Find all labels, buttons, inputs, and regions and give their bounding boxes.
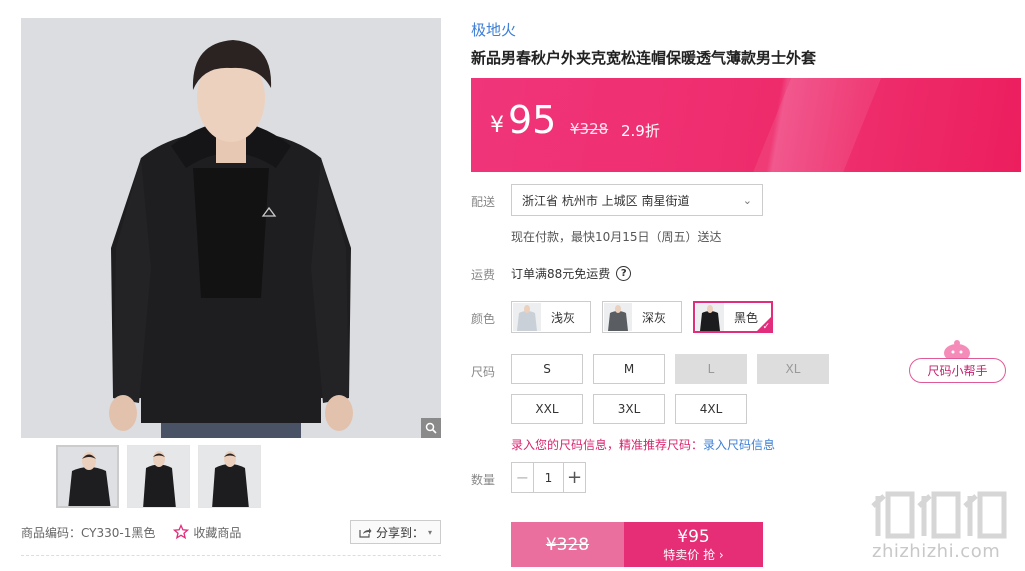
banner-stripe [742, 78, 890, 172]
original-price: ¥328 [570, 120, 609, 138]
quantity-minus-button[interactable]: − [512, 463, 534, 492]
size-option-m[interactable]: M [593, 354, 665, 384]
gallery-meta-row: 商品编码：CY330-1黑色 收藏商品 分享到： ▾ [21, 518, 441, 546]
product-code: 商品编码：CY330-1黑色 [21, 525, 156, 540]
color-swatch-image [513, 303, 541, 331]
thumbnail-strip [56, 445, 261, 508]
shipping-text: 订单满88元免运费 [511, 267, 611, 281]
size-tip-text: 录入您的尺码信息，精准推荐尺码： [511, 438, 704, 452]
size-tip: 录入您的尺码信息，精准推荐尺码：录入尺码信息 [511, 436, 775, 453]
quantity-stepper: − 1 + [511, 462, 586, 493]
current-price: 95 [508, 98, 557, 142]
color-option-black[interactable]: 黑色 ✓ [693, 301, 773, 333]
address-select[interactable]: 浙江省 杭州市 上城区 南星街道 ⌄ [511, 184, 763, 216]
brand-link[interactable]: 极地火 [471, 19, 516, 40]
quantity-input[interactable]: 1 [534, 471, 563, 485]
size-option-l: L [675, 354, 747, 384]
color-option-dark-gray[interactable]: 深灰 [602, 301, 682, 333]
shipping-label: 运费 [471, 268, 496, 282]
thumbnail-2[interactable] [127, 445, 190, 508]
share-button[interactable]: 分享到： ▾ [349, 520, 441, 544]
favorite-button[interactable]: 收藏商品 [173, 524, 241, 541]
chevron-down-icon: ⌄ [742, 193, 752, 207]
discount-label: 2.9折 [621, 122, 660, 140]
share-icon [359, 528, 372, 538]
size-option-s[interactable]: S [511, 354, 583, 384]
buy-original-price: ¥328 [511, 522, 624, 567]
color-swatch-image [696, 303, 724, 331]
delivery-estimate: 现在付款，最快10月15日（周五）送达 [511, 230, 722, 244]
size-tip-link[interactable]: 录入尺码信息 [703, 438, 775, 452]
color-option-label: 深灰 [642, 310, 667, 325]
watermark-text: zhizhizhi.com [872, 541, 1001, 562]
size-label: 尺码 [471, 365, 496, 379]
price-banner: ¥ 95 ¥328 2.9折 [471, 78, 1021, 172]
buy-button-group: ¥328 ¥95 特卖价 抢 › [511, 522, 763, 567]
star-icon [173, 524, 190, 540]
color-swatch-image [604, 303, 632, 331]
chevron-down-icon: ▾ [427, 527, 432, 537]
product-main-image[interactable] [21, 18, 441, 438]
size-option-3xl[interactable]: 3XL [593, 394, 665, 424]
thumbnail-3[interactable] [198, 445, 261, 508]
question-circle-icon[interactable]: ? [616, 266, 632, 281]
product-title: 新品男春秋户外夹克宽松连帽保暖透气薄款男士外套 [471, 49, 817, 67]
zoom-icon[interactable] [421, 418, 441, 438]
size-option-4xl[interactable]: 4XL [675, 394, 747, 424]
divider [21, 555, 441, 556]
model-jacket-photo [21, 18, 441, 438]
shipping-info: 订单满88元免运费 ? [511, 265, 632, 282]
color-option-label: 黑色 [734, 310, 759, 325]
currency-symbol: ¥ [490, 113, 504, 138]
buy-action-label: 特卖价 抢 › [663, 547, 724, 562]
size-helper-button[interactable]: 尺码小帮手 [909, 358, 1006, 383]
thumbnail-1[interactable] [56, 445, 119, 508]
favorite-label: 收藏商品 [193, 525, 242, 540]
buy-price: ¥95 [677, 526, 710, 547]
buy-now-button[interactable]: ¥95 特卖价 抢 › [624, 522, 763, 567]
share-label: 分享到： [375, 525, 424, 540]
color-option-light-gray[interactable]: 浅灰 [511, 301, 591, 333]
size-option-xxl[interactable]: XXL [511, 394, 583, 424]
color-label: 颜色 [471, 312, 496, 326]
color-option-label: 浅灰 [551, 310, 576, 325]
address-value: 浙江省 杭州市 上城区 南星街道 [522, 193, 690, 208]
quantity-label: 数量 [471, 473, 496, 487]
delivery-label: 配送 [471, 195, 496, 209]
quantity-plus-button[interactable]: + [563, 463, 585, 492]
size-option-xl: XL [757, 354, 829, 384]
check-icon: ✓ [762, 322, 770, 332]
